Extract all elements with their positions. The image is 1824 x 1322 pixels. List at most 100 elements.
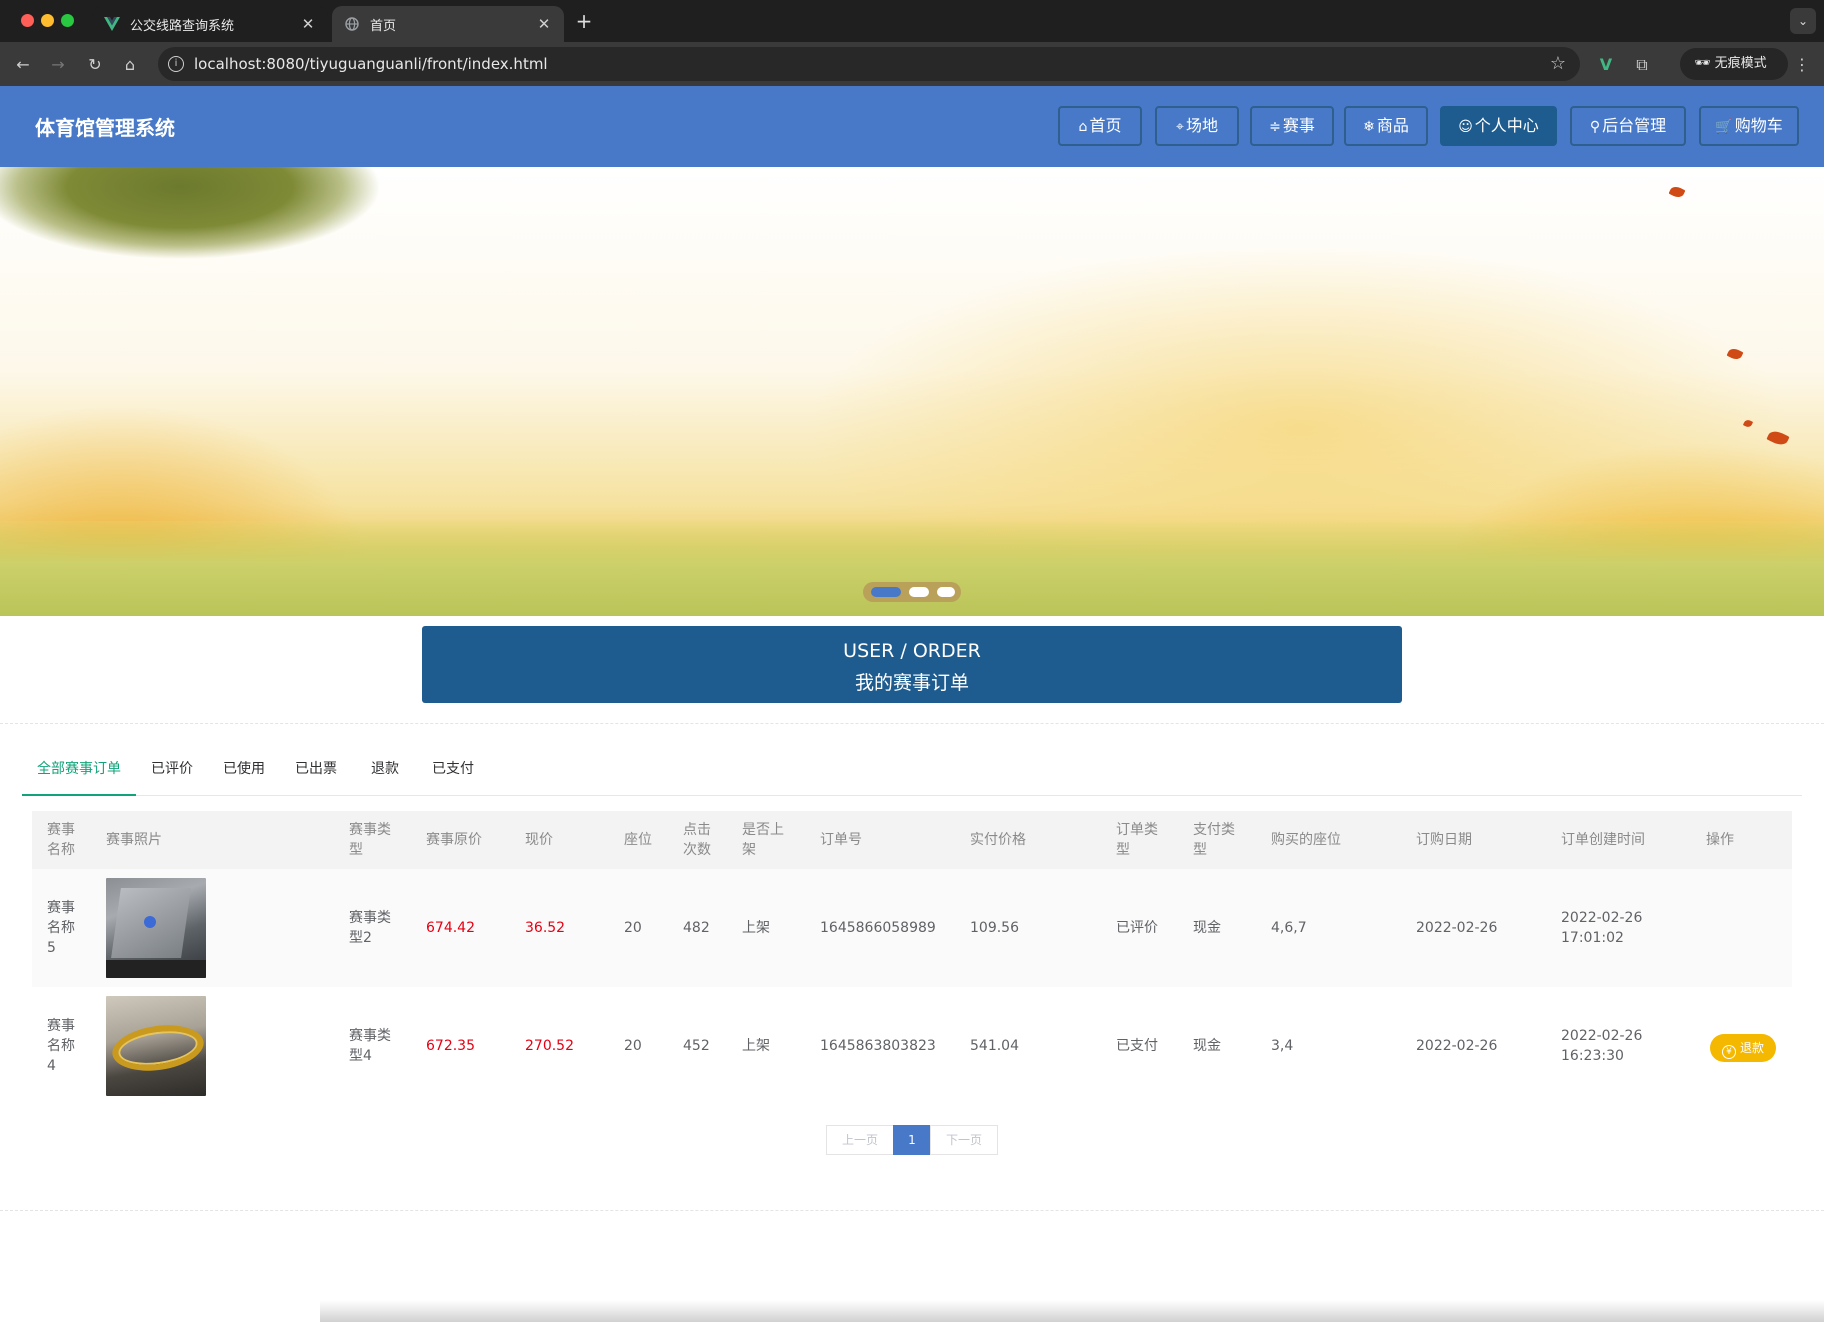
nav-admin-button[interactable]: ⚲ 后台管理	[1570, 106, 1686, 146]
address-bar[interactable]: i localhost:8080/tiyuguanguanli/front/in…	[158, 47, 1580, 81]
tab-reviewed[interactable]: 已评价	[136, 744, 208, 796]
home-icon[interactable]: ⌂	[119, 54, 141, 76]
window-maximize-button[interactable]	[61, 14, 74, 27]
cart-icon: 🛒	[1715, 119, 1733, 135]
yen-icon: ¥	[1721, 1045, 1736, 1059]
snowflake-icon: ❄	[1363, 119, 1375, 135]
cell-paid: 109.56	[970, 920, 1019, 936]
order-status-tabs: 全部赛事订单 已评价 已使用 已出票 退款 已支付	[22, 744, 1802, 796]
col-header-paid: 实付价格	[970, 832, 1026, 848]
cell-pay-type: 现金	[1193, 920, 1221, 936]
col-header-clicks: 点击 次数	[683, 822, 711, 858]
carousel-dot-3[interactable]	[937, 587, 955, 597]
cell-listed: 上架	[742, 920, 770, 936]
nav-user-center-button[interactable]: ☺ 个人中心	[1440, 106, 1557, 146]
new-tab-button[interactable]: +	[572, 10, 596, 34]
forward-arrow-icon[interactable]: →	[47, 54, 69, 76]
cell-seats-bought: 3,4	[1271, 1038, 1294, 1054]
cell-seats-bought: 4,6,7	[1271, 920, 1307, 936]
prev-page-button[interactable]: 上一页	[826, 1125, 894, 1155]
browser-tab-bar: 公交线路查询系统 ✕ 首页 ✕ + ⌄	[0, 0, 1824, 42]
section-title-en: USER / ORDER	[843, 640, 981, 662]
tag-icon: ⌖	[1176, 119, 1184, 135]
cell-type: 赛事类 型4	[349, 1028, 391, 1064]
gold-chain	[109, 1019, 206, 1077]
next-page-button[interactable]: 下一页	[930, 1125, 998, 1155]
incognito-indicator[interactable]: 🕶 无痕模式	[1680, 48, 1788, 80]
nav-label: 首页	[1089, 116, 1122, 135]
banner-carousel[interactable]	[0, 167, 1824, 616]
nav-label: 后台管理	[1602, 116, 1667, 135]
nav-venue-button[interactable]: ⌖ 场地	[1155, 106, 1239, 146]
tab-ticketed[interactable]: 已出票	[280, 744, 352, 796]
browser-tab-home[interactable]: 首页 ✕	[332, 6, 564, 42]
cell-order-no: 1645866058989	[820, 920, 936, 936]
order-panel: 全部赛事订单 已评价 已使用 已出票 退款 已支付 赛事 名称 赛事照片 赛事类…	[0, 723, 1824, 1211]
page-bottom-shadow	[320, 1300, 1824, 1322]
window-close-button[interactable]	[21, 14, 34, 27]
cell-order-type: 已评价	[1116, 920, 1158, 936]
laptop-logo	[144, 916, 156, 928]
vue-devtools-extension-icon[interactable]: V	[1594, 53, 1618, 77]
cell-clicks: 482	[683, 920, 710, 936]
tab-title: 首页	[370, 18, 397, 34]
nav-goods-button[interactable]: ❄ 商品	[1344, 106, 1428, 146]
extensions-puzzle-icon[interactable]: ⧉	[1630, 53, 1654, 77]
window-minimize-button[interactable]	[41, 14, 54, 27]
cell-name: 赛事 名称 5	[47, 900, 75, 956]
col-header-seats-bought: 购买的座位	[1271, 832, 1341, 848]
nav-label: 购物车	[1734, 116, 1783, 135]
globe-icon	[344, 16, 360, 32]
nav-home-button[interactable]: ⌂ 首页	[1058, 106, 1142, 146]
nav-events-button[interactable]: ≑ 赛事	[1250, 106, 1334, 146]
link-icon: ⚲	[1589, 119, 1601, 135]
cell-orig-price: 672.35	[426, 1038, 475, 1054]
cell-seat: 20	[624, 920, 642, 936]
back-arrow-icon[interactable]: ←	[12, 54, 34, 76]
refund-button[interactable]: ¥ 退款	[1710, 1034, 1776, 1062]
event-photo-gold-chain[interactable]	[106, 996, 206, 1096]
url-text[interactable]: localhost:8080/tiyuguanguanli/front/inde…	[194, 55, 548, 73]
cell-orig-price: 674.42	[426, 920, 475, 936]
section-title: USER / ORDER 我的赛事订单	[422, 626, 1402, 703]
tab-used[interactable]: 已使用	[208, 744, 280, 796]
reload-icon[interactable]: ↻	[84, 54, 106, 76]
cell-clicks: 452	[683, 1038, 710, 1054]
tab-close-icon[interactable]: ✕	[300, 15, 316, 33]
cell-seat: 20	[624, 1038, 642, 1054]
carousel-dot-2[interactable]	[909, 587, 929, 597]
page-1-button[interactable]: 1	[893, 1125, 931, 1155]
browser-tab-bus-query[interactable]: 公交线路查询系统 ✕	[92, 6, 328, 42]
col-header-order-date: 订购日期	[1416, 832, 1472, 848]
nav-cart-button[interactable]: 🛒 购物车	[1699, 106, 1799, 146]
banner-tree-foliage	[0, 167, 460, 297]
site-info-icon[interactable]: i	[168, 56, 184, 72]
refund-label: 退款	[1739, 1041, 1764, 1055]
cell-listed: 上架	[742, 1038, 770, 1054]
col-header-orig-price: 赛事原价	[426, 832, 482, 848]
maple-leaf-decoration	[1668, 184, 1686, 200]
nav-label: 商品	[1376, 116, 1409, 135]
bookmark-star-icon[interactable]: ☆	[1550, 53, 1566, 74]
col-header-order-type: 订单类 型	[1116, 822, 1158, 858]
maple-leaf-decoration	[1726, 346, 1744, 362]
tab-refund[interactable]: 退款	[356, 744, 414, 796]
cell-order-date: 2022-02-26	[1416, 1038, 1498, 1054]
col-header-type: 赛事类 型	[349, 822, 391, 858]
table-row: 赛事 名称 4 赛事类 型4 672.35 270.52 20 452 上架 1…	[32, 987, 1792, 1105]
table-row: 赛事 名称 5 赛事类 型2 674.42 36.52 20 482 上架 16…	[32, 869, 1792, 987]
tab-all-orders[interactable]: 全部赛事订单	[22, 744, 136, 796]
browser-menu-kebab-icon[interactable]: ⋮	[1790, 53, 1814, 77]
col-header-listed: 是否上 架	[742, 822, 784, 858]
tab-paid[interactable]: 已支付	[417, 744, 489, 796]
tab-close-icon[interactable]: ✕	[536, 15, 552, 33]
tab-search-chevron-icon[interactable]: ⌄	[1790, 8, 1816, 34]
table-header-row: 赛事 名称 赛事照片 赛事类 型 赛事原价 现价 座位 点击 次数 是否上 架 …	[32, 811, 1792, 869]
cell-created: 2022-02-26 17:01:02	[1561, 910, 1643, 946]
col-header-created: 订单创建时间	[1561, 832, 1645, 848]
cell-pay-type: 现金	[1193, 1038, 1221, 1054]
event-photo-laptop[interactable]	[106, 878, 206, 978]
col-header-photo: 赛事照片	[106, 832, 162, 848]
sliders-icon: ≑	[1269, 119, 1281, 135]
carousel-dot-1[interactable]	[871, 587, 901, 597]
